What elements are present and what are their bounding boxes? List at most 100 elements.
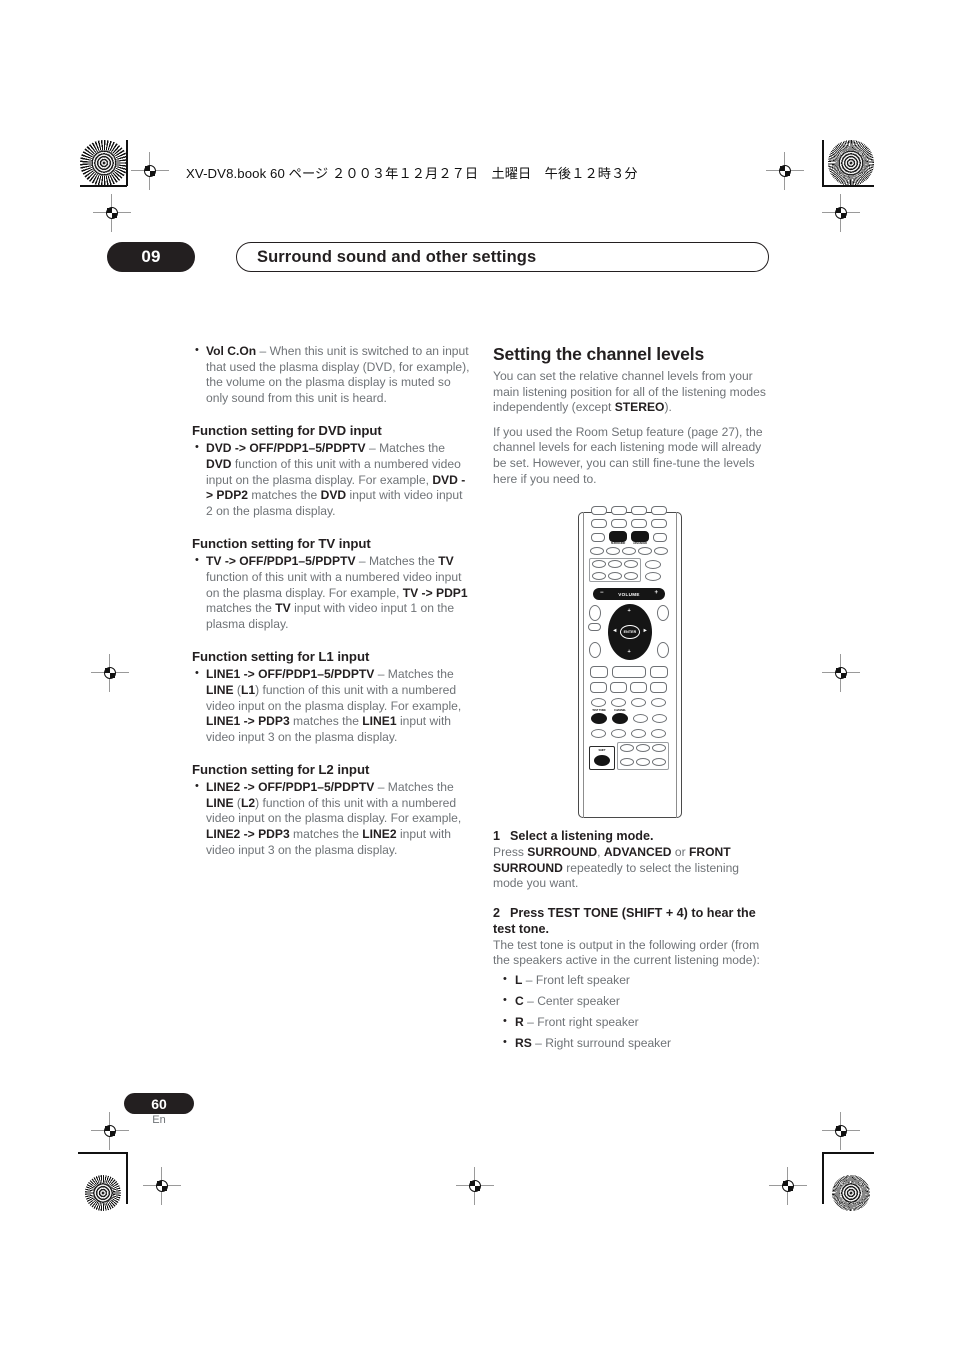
remote-dpad-down-icon: +: [627, 648, 631, 655]
print-rosette-top-right: [828, 140, 874, 186]
step-2-body: The test tone is output in the following…: [493, 937, 760, 968]
step-2-title-text: Press TEST TONE (SHIFT + 4) to hear the …: [493, 905, 756, 936]
remote-button-c1: [590, 547, 604, 555]
bullet-paren-open-l1: (: [233, 682, 241, 697]
bullet-list-l2: LINE2 -> OFF/PDP1–5/PDPTV – Matches the …: [192, 779, 470, 858]
remote-button-h2: [636, 744, 650, 752]
remote-dpad-cut-br: [643, 651, 656, 664]
remote-button-g1: [590, 682, 607, 693]
print-rosette-bottom-left: [85, 1175, 121, 1211]
bullet-list-l1: LINE1 -> OFF/PDP1–5/PDPTV – Matches the …: [192, 666, 470, 745]
remote-button-e3: [624, 572, 638, 580]
bullet-term-l2: LINE2 -> OFF/PDP1–5/PDPTV: [206, 780, 375, 795]
remote-button-num-12: [651, 729, 666, 738]
page-title: Setting the channel levels: [493, 344, 705, 364]
step-2-title: 2 Press TEST TONE (SHIFT + 4) to hear the…: [493, 905, 771, 937]
remote-button-a1: [591, 519, 607, 528]
intro-paragraph-2: If you used the Room Setup feature (page…: [493, 424, 763, 486]
step-1-text-a: Press: [493, 845, 528, 859]
remote-button-g4: [650, 682, 667, 693]
remote-button-h4: [620, 758, 634, 766]
remote-button-c5: [654, 547, 668, 555]
remote-button-e4: [645, 572, 661, 581]
bullet-em-tv-2: TV -> PDP1: [402, 585, 468, 600]
step-2: 2 Press TEST TONE (SHIFT + 4) to hear the…: [493, 905, 771, 969]
remote-button-num-10: [611, 729, 626, 738]
speaker-label-rs: Right surround speaker: [545, 1036, 671, 1051]
bullet-em-l2-2: LINE2 -> PDP3: [206, 827, 290, 842]
remote-button-num-1: [591, 698, 606, 707]
remote-button-h6: [652, 758, 666, 766]
section-heading-dvd: Function setting for DVD input: [192, 423, 382, 439]
remote-button-d1: [592, 560, 606, 568]
registration-mark-right-lower: [822, 1112, 860, 1150]
remote-button-f1: [590, 666, 608, 678]
remote-dpad-up-icon: +: [627, 608, 631, 614]
remote-button-e1: [592, 572, 606, 580]
remote-label-advanced: ADVANCED: [633, 542, 647, 545]
bullet-em-l2-3: LINE2: [362, 827, 397, 842]
list-item-vol-con: Vol C.On – When this unit is switched to…: [192, 343, 470, 406]
bullet-text-dvd-1: – Matches the: [365, 441, 445, 456]
bullet-em-dvd-1: DVD: [206, 456, 232, 471]
remote-button-test-tone: [591, 713, 607, 724]
remote-button-num-3: [631, 698, 646, 707]
remote-button-top-crop-1: [591, 506, 607, 515]
remote-button-c4: [638, 547, 652, 555]
bullet-text-l2-1: – Matches the: [374, 780, 454, 795]
bullet-em-l1-3: LINE1: [362, 714, 397, 729]
bullet-text-l1-3: matches the: [289, 714, 363, 729]
bullet-em-tv-1: TV: [438, 554, 454, 569]
chapter-number: 09: [107, 242, 195, 272]
manual-page: XV-DV8.book 60 ページ ２００３年１２月２７日 土曜日 午後１２時…: [0, 0, 954, 1351]
vol-con-bullet-list: Vol C.On – When this unit is switched to…: [192, 343, 470, 406]
step-1-title: 1 Select a listening mode.: [493, 828, 771, 844]
list-item-speaker-rs: RS – Right surround speaker: [493, 1035, 771, 1052]
registration-mark-right-middle: [822, 654, 860, 692]
remote-button-shift: [594, 755, 610, 766]
remote-button-dpad-side-tl: [589, 605, 601, 621]
list-item-speaker-l: L – Front left speaker: [493, 972, 771, 989]
step-1-number: 1: [493, 829, 501, 843]
remote-volume-plus-icon: +: [654, 590, 658, 597]
remote-button-top-crop-4: [651, 506, 667, 515]
remote-volume-minus-icon: −: [600, 590, 604, 597]
print-rosette-top-left: [80, 140, 128, 186]
remote-label-surround: SURROUND: [610, 542, 626, 545]
list-item-speaker-r: R – Front right speaker: [493, 1014, 771, 1031]
remote-button-surround: [609, 531, 627, 542]
remote-button-num-9: [591, 729, 606, 738]
bullet-text-dvd-2: function of this unit with a numbered vi…: [206, 456, 461, 487]
remote-enter-button: ENTER: [620, 625, 640, 639]
step-1: 1 Select a listening mode. Press SURROUND…: [493, 828, 771, 892]
registration-mark-left-upper: [93, 194, 131, 232]
speaker-code-r: R: [515, 1015, 524, 1030]
list-item-l1: LINE1 -> OFF/PDP1–5/PDPTV – Matches the …: [192, 666, 470, 745]
bullet-text-l1-1: – Matches the: [374, 667, 454, 682]
remote-button-a4: [651, 519, 667, 528]
remote-button-a3: [631, 519, 647, 528]
step-1-body: Press SURROUND, ADVANCED or FRONT SURROU…: [493, 845, 771, 892]
crop-mark-bottom-left-h: [78, 1152, 128, 1154]
bullet-text-l2-3: matches the: [289, 827, 363, 842]
list-item-l2: LINE2 -> OFF/PDP1–5/PDPTV – Matches the …: [192, 779, 470, 858]
bullet-term-l1: LINE1 -> OFF/PDP1–5/PDPTV: [206, 667, 375, 682]
vol-con-dash: –: [256, 344, 270, 358]
bullet-em-l1-1: LINE: [206, 682, 234, 697]
registration-mark-bottom-center: [456, 1167, 494, 1205]
crop-mark-top-right-v: [822, 140, 824, 186]
remote-button-num-2: [611, 698, 626, 707]
remote-face: SURROUND ADVANCED − VOLUME + + + ◄ ► ENT…: [587, 506, 673, 818]
right-column: Setting the channel levels You can set t…: [493, 344, 771, 496]
section-heading-tv: Function setting for TV input: [192, 536, 371, 552]
registration-mark-top-right: [766, 152, 804, 190]
remote-button-dpad-side-tr: [657, 605, 669, 621]
step-1-em-surround: SURROUND: [527, 845, 598, 859]
speaker-label-c: Center speaker: [537, 994, 620, 1009]
remote-dpad: + + ◄ ► ENTER: [604, 600, 656, 664]
bullet-em-paren-l1: L1: [240, 682, 256, 697]
speaker-dash-l: –: [522, 972, 536, 987]
crop-mark-top-left-v: [126, 140, 128, 186]
bullet-paren-open-l2: (: [233, 795, 241, 810]
bullet-em-l2-1: LINE: [206, 795, 234, 810]
